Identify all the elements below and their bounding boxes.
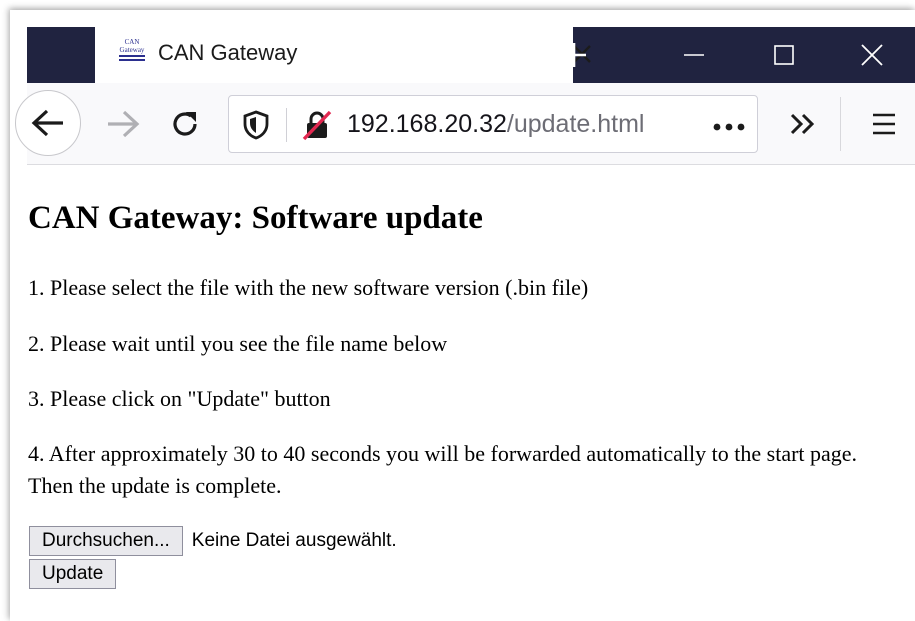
new-tab-plus-icon[interactable]	[539, 27, 609, 83]
maximize-icon[interactable]	[739, 27, 829, 83]
insecure-lock-icon[interactable]	[301, 109, 333, 146]
more-dots-icon[interactable]	[713, 119, 745, 137]
navigation-toolbar: 192.168.20.32/update.html	[15, 83, 915, 165]
forward-arrow-icon[interactable]	[102, 103, 144, 145]
toolbar-divider	[840, 97, 841, 151]
tab-bar: CAN Gateway CAN Gateway	[27, 27, 915, 83]
minimize-icon[interactable]	[649, 27, 739, 83]
step-3-text: 3. Please click on "Update" button	[28, 386, 331, 411]
page-title: CAN Gateway: Software update	[28, 200, 483, 236]
address-bar-divider	[286, 108, 287, 142]
address-bar[interactable]: 192.168.20.32/update.html	[228, 95, 758, 153]
reload-icon[interactable]	[164, 103, 206, 145]
url-host: 192.168.20.32	[347, 110, 507, 138]
shield-icon[interactable]	[243, 110, 269, 145]
update-button[interactable]: Update	[29, 559, 117, 589]
url-text[interactable]: 192.168.20.32/update.html	[347, 110, 644, 139]
url-path: /update.html	[506, 110, 645, 138]
favicon-text-top: CAN	[124, 38, 140, 46]
chevron-double-right-icon[interactable]	[782, 103, 824, 145]
back-arrow-icon[interactable]	[15, 90, 81, 156]
step-2-text: 2. Please wait until you see the file na…	[28, 331, 448, 356]
can-gateway-favicon-icon: CAN Gateway	[117, 38, 147, 68]
close-window-icon[interactable]	[829, 27, 915, 83]
favicon-text-bottom: Gateway	[119, 46, 145, 54]
file-input[interactable]: Durchsuchen... Keine Datei ausgewählt.	[29, 526, 397, 556]
step-4-text: 4. After approximately 30 to 40 seconds …	[28, 441, 858, 498]
hamburger-menu-icon[interactable]	[863, 103, 905, 145]
file-status-text: Keine Datei ausgewählt.	[191, 530, 397, 551]
step-1-text: 1. Please select the file with the new s…	[28, 275, 589, 300]
browse-file-button[interactable]: Durchsuchen...	[29, 526, 183, 556]
tab-can-gateway[interactable]: CAN Gateway CAN Gateway	[95, 27, 591, 83]
tab-title: CAN Gateway	[158, 40, 298, 65]
